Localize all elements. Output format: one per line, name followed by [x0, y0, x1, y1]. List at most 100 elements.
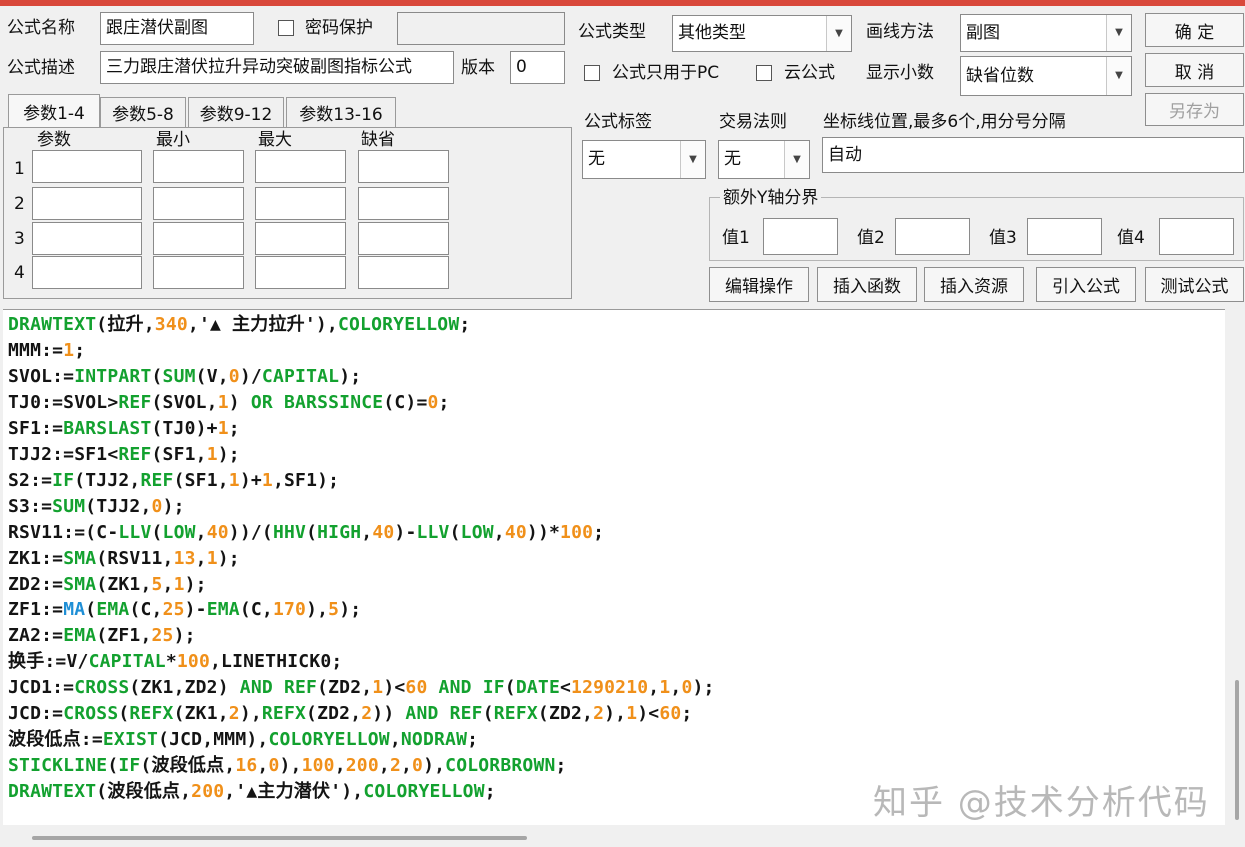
param-2-name-input[interactable]: [32, 187, 142, 220]
cloud-formula-checkbox[interactable]: [756, 65, 772, 81]
y-value-4-input[interactable]: [1159, 218, 1234, 255]
code-token: STICKLINE: [8, 755, 108, 777]
param-2-max-input[interactable]: [255, 187, 346, 220]
insert-function-button[interactable]: 插入函数: [817, 267, 917, 302]
code-token: ,: [257, 755, 269, 777]
code-token: (波段低点,: [96, 781, 192, 803]
param-3-min-input[interactable]: [153, 222, 244, 255]
param-header-default: 缺省: [361, 130, 395, 150]
axis-line-label: 坐标线位置,最多6个,用分号分隔: [823, 112, 1066, 132]
param-2-min-input[interactable]: [153, 187, 244, 220]
y-value-3-input[interactable]: [1027, 218, 1102, 255]
insert-resource-button[interactable]: 插入资源: [924, 267, 1024, 302]
chevron-down-icon[interactable]: ▼: [1106, 15, 1131, 51]
save-as-button[interactable]: 另存为: [1145, 93, 1244, 126]
chevron-down-icon[interactable]: ▼: [784, 141, 809, 178]
param-1-max-input[interactable]: [255, 150, 346, 183]
axis-line-input[interactable]: 自动: [822, 137, 1244, 173]
code-token: AND: [239, 677, 273, 699]
tab-params-13-16[interactable]: 参数13-16: [286, 97, 396, 127]
code-token: (ZD2,: [317, 677, 373, 699]
code-line: SVOL:=INTPART(SUM(V,0)/CAPITAL);: [8, 364, 715, 390]
vertical-scroll-thumb[interactable]: [1235, 680, 1239, 820]
param-4-name-input[interactable]: [32, 256, 142, 289]
password-input[interactable]: [397, 12, 565, 45]
title-accent-bar: [0, 0, 1245, 6]
y-value-1-input[interactable]: [763, 218, 838, 255]
param-1-min-input[interactable]: [153, 150, 244, 183]
param-1-default-input[interactable]: [358, 150, 449, 183]
formula-name-input[interactable]: 跟庄潜伏副图: [100, 12, 254, 45]
chevron-down-icon[interactable]: ▼: [680, 141, 705, 178]
code-token: 换手:=V/: [8, 651, 89, 673]
tab-params-5-8[interactable]: 参数5-8: [100, 97, 186, 127]
code-token: 1: [372, 677, 384, 699]
code-token: REF: [283, 677, 318, 699]
code-token: EXIST: [102, 729, 159, 751]
formula-tag-select[interactable]: 无 ▼: [582, 140, 706, 179]
param-3-default-input[interactable]: [358, 222, 449, 255]
tab-params-1-4[interactable]: 参数1-4: [8, 94, 100, 128]
code-token: S2:=: [8, 469, 53, 491]
param-3-max-input[interactable]: [255, 222, 346, 255]
edit-operations-button[interactable]: 编辑操作: [709, 267, 809, 302]
y-value-2-input[interactable]: [895, 218, 970, 255]
pc-only-checkbox[interactable]: [584, 65, 600, 81]
code-token: ,: [361, 521, 373, 543]
formula-name-label: 公式名称: [7, 18, 75, 38]
code-token: )/: [239, 365, 262, 387]
code-token: SUM: [162, 365, 196, 387]
decimals-select[interactable]: 缺省位数 ▼: [960, 56, 1132, 96]
code-token: 0: [681, 677, 693, 699]
code-token: (SF1,: [151, 443, 207, 465]
watermark-text: 知乎 @技术分析代码: [873, 783, 1210, 823]
code-token: 5: [151, 573, 163, 595]
code-token: (C)=: [383, 391, 428, 413]
code-line: TJJ2:=SF1<REF(SF1,1);: [8, 442, 715, 468]
param-1-name-input[interactable]: [32, 150, 142, 183]
code-token: ,'▲主力潜伏'),: [224, 781, 364, 803]
draw-method-select[interactable]: 副图 ▼: [960, 14, 1132, 52]
trade-rule-select[interactable]: 无 ▼: [718, 140, 810, 179]
code-token: 1: [228, 469, 240, 491]
param-4-max-input[interactable]: [255, 256, 346, 289]
code-token: CAPITAL: [261, 365, 340, 387]
param-header-min: 最小: [156, 130, 190, 150]
code-token: ;: [459, 314, 471, 335]
code-token: MMM:=: [8, 339, 64, 361]
param-3-name-input[interactable]: [32, 222, 142, 255]
code-token: LLV: [118, 521, 152, 543]
param-2-default-input[interactable]: [358, 187, 449, 220]
code-token: EMA: [63, 625, 97, 647]
test-formula-button[interactable]: 测试公式: [1145, 267, 1244, 302]
tab-params-9-12[interactable]: 参数9-12: [188, 97, 284, 127]
import-formula-button[interactable]: 引入公式: [1036, 267, 1136, 302]
version-input[interactable]: 0: [510, 51, 565, 84]
ok-button[interactable]: 确 定: [1145, 13, 1244, 47]
chevron-down-icon[interactable]: ▼: [1106, 57, 1131, 95]
code-token: CROSS: [74, 677, 130, 699]
param-4-default-input[interactable]: [358, 256, 449, 289]
code-token: DRAWTEXT: [8, 781, 97, 803]
code-token: 60: [405, 677, 428, 699]
code-line: ZK1:=SMA(RSV11,13,1);: [8, 546, 715, 572]
formula-tag-label: 公式标签: [584, 112, 652, 132]
code-token: 40: [206, 521, 229, 543]
horizontal-scroll-thumb[interactable]: [32, 836, 527, 840]
code-editor[interactable]: DRAWTEXT(拉升,340,'▲ 主力拉升'),COLORYELLOW; MM…: [3, 309, 1225, 826]
code-token: SMA: [63, 573, 97, 595]
param-header-name: 参数: [37, 130, 71, 150]
code-line: MMM:=1;: [8, 338, 715, 364]
cancel-button[interactable]: 取 消: [1145, 53, 1244, 87]
code-token: 40: [504, 521, 527, 543]
password-protect-checkbox[interactable]: [278, 20, 294, 36]
code-token: 1290210: [571, 677, 649, 699]
chevron-down-icon[interactable]: ▼: [826, 16, 851, 51]
code-token: (: [482, 703, 494, 725]
code-token: EMA: [96, 599, 130, 621]
formula-type-select[interactable]: 其他类型 ▼: [672, 15, 852, 52]
param-4-min-input[interactable]: [153, 256, 244, 289]
formula-desc-input[interactable]: 三力跟庄潜伏拉升异动突破副图指标公式: [100, 51, 454, 84]
